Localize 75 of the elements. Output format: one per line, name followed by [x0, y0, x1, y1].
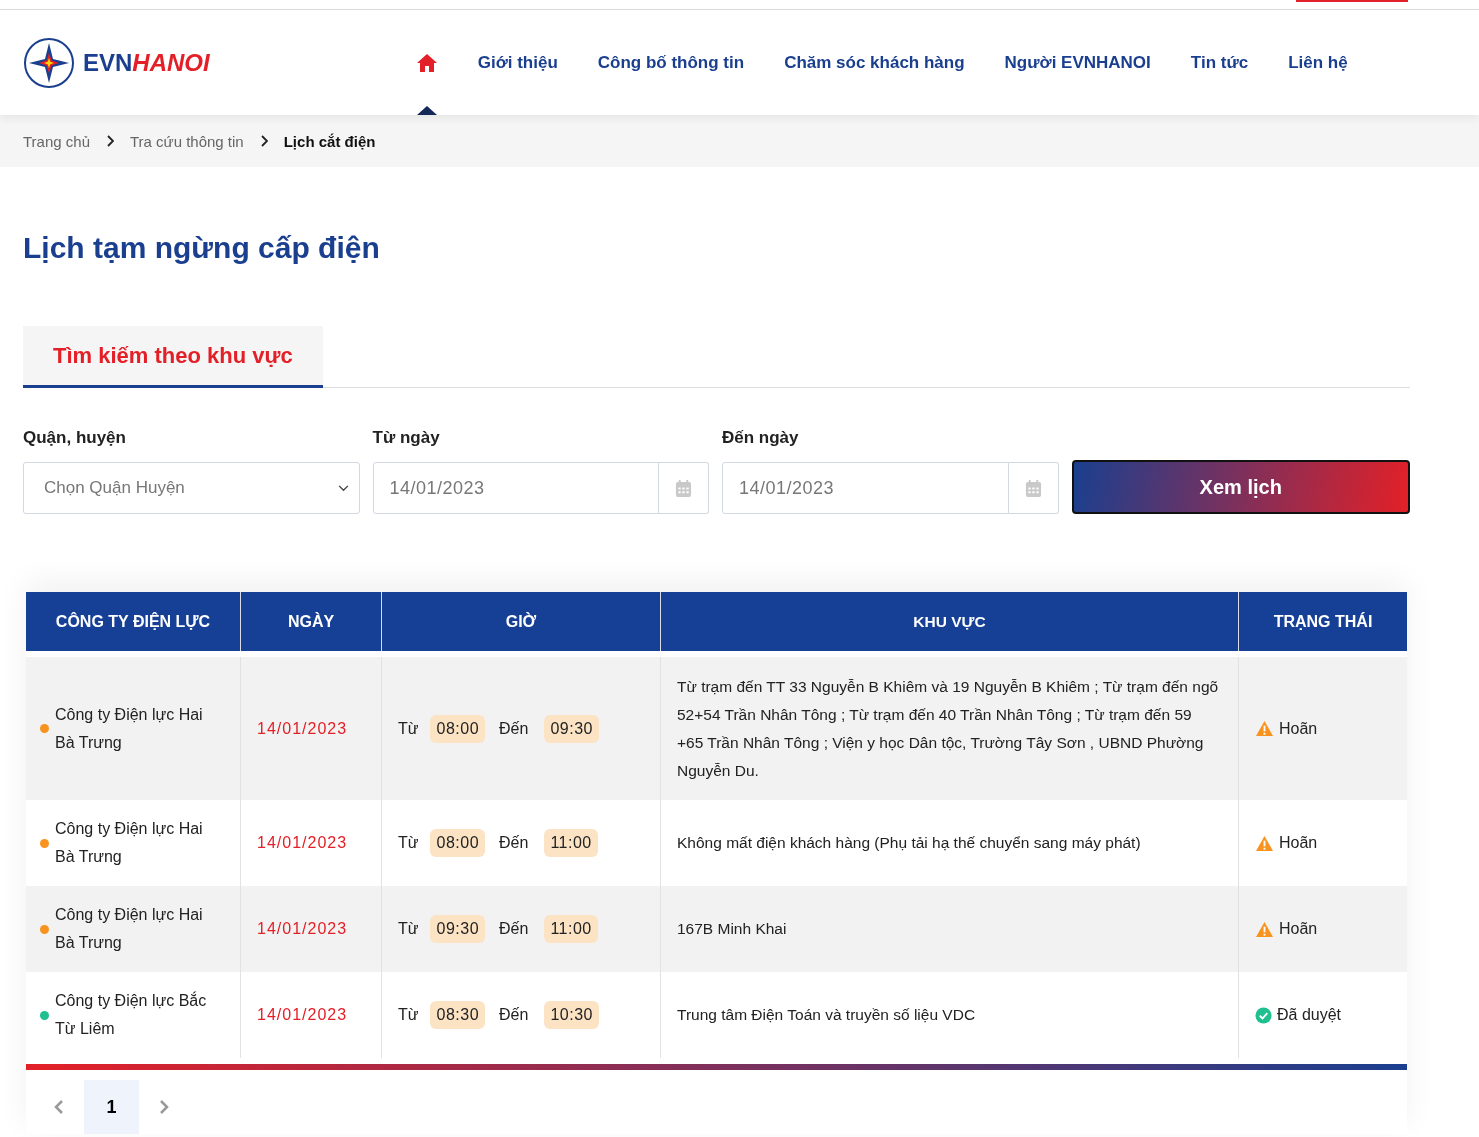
time-label: Đến — [499, 718, 529, 739]
warning-icon — [1255, 834, 1274, 852]
search-tab[interactable]: Tìm kiếm theo khu vực — [23, 326, 323, 388]
time-label: Từ — [398, 919, 419, 939]
column-header: GIỜ — [381, 592, 661, 654]
status-text: Hoãn — [1279, 919, 1318, 939]
time-label: Từ — [398, 833, 419, 853]
column-header: KHU VỰC — [660, 592, 1239, 654]
field-label: Đến ngày — [722, 428, 800, 448]
time-label: Đến — [499, 833, 529, 853]
page-title: Lịch tạm ngừng cấp điện — [23, 231, 381, 266]
warning-icon — [1255, 720, 1274, 737]
area-text: 167B Minh Khai — [677, 920, 787, 937]
time-badge: 09:30 — [544, 714, 599, 743]
nav-link[interactable]: Người EVNHANOI — [1004, 52, 1151, 73]
column-header: TRẠNG THÁI — [1238, 592, 1407, 654]
field-label: Quận, huyện — [23, 428, 127, 448]
chevron-down-icon — [337, 484, 349, 492]
warning-icon — [1255, 920, 1274, 938]
date-text: 14/01/2023 — [257, 719, 348, 737]
date-input-field[interactable]: 14/01/2023 — [372, 462, 659, 514]
column-header: CÔNG TY ĐIỆN LỰC — [26, 592, 241, 654]
time-label: Từ — [398, 1005, 419, 1025]
breadcrumb-link[interactable]: Tra cứu thông tin — [130, 132, 244, 150]
status-text: Hoãn — [1279, 833, 1318, 853]
district-select[interactable]: Chọn Quận Huyện — [23, 462, 360, 514]
time-badge: 11:00 — [544, 915, 598, 943]
time-badge: 08:00 — [430, 714, 486, 743]
company-name: Công ty Điện lực Hai Bà Trưng — [55, 905, 204, 953]
date-input-field[interactable]: 14/01/2023 — [722, 462, 1009, 514]
nav-link[interactable]: Giới thiệu — [477, 52, 558, 73]
calendar-button[interactable] — [659, 462, 709, 514]
logo-text: EVN — [83, 48, 133, 77]
nav-link[interactable]: Công bố thông tin — [597, 52, 745, 73]
view-schedule-button[interactable]: Xem lịch — [1071, 460, 1410, 514]
nav-link[interactable]: Tin tức — [1190, 52, 1249, 73]
date-text: 14/01/2023 — [257, 920, 348, 937]
compass-star-logo-icon — [23, 36, 75, 89]
area-text: Từ trạm đến TT 33 Nguyễn B Khiêm và 19 Nguyễn B Khiêm ; Từ trạm đến ngõ 52+54 Trần Nhân Tông ; Từ trạm đến 40 Trần Nhân Tông ; Từ trạm đến 59 +65 Trần Nhân Tông ; Viện y học Dân tộc, Trường Tây Sơn , UBND Phường Nguyễn Du. — [677, 677, 1219, 779]
area-text: Không mất điện khách hàng (Phụ tải hạ thế chuyển sang máy phát) — [677, 834, 1141, 851]
time-badge: 08:30 — [430, 1001, 486, 1029]
date-text: 14/01/2023 — [257, 1006, 348, 1023]
time-label: Đến — [499, 1005, 529, 1025]
time-badge: 10:30 — [544, 1001, 599, 1029]
calendar-icon — [675, 478, 692, 498]
home-icon — [415, 52, 438, 73]
field-label: Từ ngày — [372, 428, 441, 448]
time-label: Từ — [398, 718, 419, 739]
company-name: Công ty Điện lực Bắc Từ Liêm — [55, 990, 208, 1039]
company-name: Công ty Điện lực Hai Bà Trưng — [55, 819, 204, 867]
status-text: Hoãn — [1279, 718, 1318, 739]
column-header: NGÀY — [240, 592, 382, 654]
nav-link[interactable]: Liên hệ — [1288, 52, 1348, 73]
next-page-button[interactable] — [159, 1099, 169, 1115]
logo-text: HANOI — [132, 48, 210, 77]
calendar-button[interactable] — [1008, 462, 1059, 514]
time-badge: 09:30 — [430, 915, 486, 943]
area-text: Trung tâm Điện Toán và truyền số liệu VDC — [677, 1006, 976, 1023]
status-text: Đã duyệt — [1277, 1005, 1342, 1025]
calendar-icon — [1024, 478, 1042, 498]
chevron-right-icon — [106, 135, 114, 147]
chevron-left-icon — [54, 1099, 64, 1115]
nav-link[interactable]: Chăm sóc khách hàng — [784, 52, 965, 73]
company-name: Công ty Điện lực Hai Bà Trưng — [55, 704, 204, 753]
breadcrumb-link[interactable]: Trang chủ — [23, 132, 90, 150]
current-page-label: Lịch cắt điện — [283, 132, 376, 150]
previous-page-button[interactable] — [54, 1099, 64, 1115]
page-button[interactable]: 1 — [84, 1080, 139, 1134]
time-badge: 11:00 — [544, 829, 598, 857]
chevron-right-icon — [159, 1099, 169, 1115]
time-label: Đến — [499, 919, 529, 939]
chevron-right-icon — [259, 135, 268, 147]
check-circle-icon — [1255, 1006, 1272, 1024]
date-text: 14/01/2023 — [257, 834, 348, 851]
time-badge: 08:00 — [430, 829, 486, 857]
